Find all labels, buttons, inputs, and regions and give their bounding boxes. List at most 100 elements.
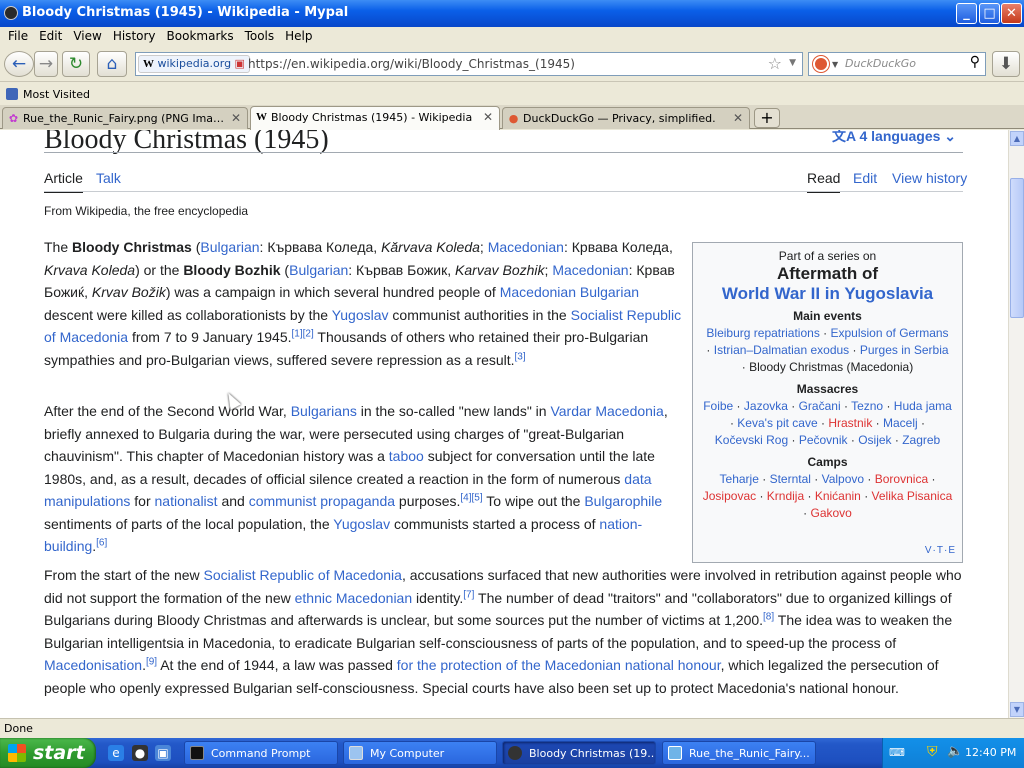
tab-read[interactable]: Read — [807, 170, 841, 193]
link-gakovo[interactable]: Gakovo — [810, 506, 851, 520]
menu-help[interactable]: Help — [277, 27, 312, 43]
link-pecovnik[interactable]: Pečovnik — [799, 433, 848, 447]
tab-fairy-image[interactable]: ✿ Rue_the_Runic_Fairy.png (PNG Image, 1.… — [2, 107, 248, 129]
link-osijek[interactable]: Osijek — [858, 433, 891, 447]
languages-label: 4 languages — [859, 130, 941, 144]
link-macelj[interactable]: Macelj — [883, 416, 918, 430]
task-my-computer[interactable]: My Computer — [343, 741, 497, 765]
link-valpovo[interactable]: Valpovo — [822, 472, 864, 486]
link-teharje[interactable]: Teharje — [720, 472, 759, 486]
bookmark-most-visited[interactable]: Most Visited — [23, 88, 90, 101]
tab-view-history[interactable]: View history — [892, 170, 967, 186]
task-bloody-christmas[interactable]: Bloody Christmas (19... — [502, 741, 656, 765]
infobox-part-of: Part of a series on — [778, 249, 877, 263]
scroll-up-icon[interactable]: ▲ — [1010, 131, 1024, 146]
search-icon[interactable]: ⚲ — [970, 54, 980, 70]
tab-wikipedia[interactable]: W Bloody Christmas (1945) - Wikipedia ✕ — [250, 106, 500, 130]
scroll-down-icon[interactable]: ▼ — [1010, 702, 1024, 717]
menu-file[interactable]: File — [0, 27, 28, 43]
download-icon[interactable]: ⬇ — [992, 51, 1020, 77]
infobox-title-link[interactable]: World War II in Yugoslavia — [693, 284, 962, 304]
menu-history[interactable]: History — [105, 27, 156, 43]
home-icon[interactable]: ⌂ — [97, 51, 127, 77]
search-engine-dropdown-icon[interactable]: ▼ — [832, 60, 838, 69]
url-dropdown-icon[interactable]: ▼ — [789, 58, 796, 68]
maximize-button[interactable]: □ — [979, 3, 1000, 24]
link-hrastnik[interactable]: Hrastnik — [828, 416, 872, 430]
title-bar[interactable]: Bloody Christmas (1945) - Wikipedia - My… — [0, 0, 1024, 27]
close-tab-icon[interactable]: ✕ — [733, 111, 743, 125]
link-gracani[interactable]: Gračani — [799, 399, 841, 413]
search-bar[interactable]: ▼ DuckDuckGo ⚲ — [808, 52, 986, 76]
title-divider — [44, 152, 963, 153]
start-button[interactable]: start — [0, 738, 96, 768]
task-label: Rue_the_Runic_Fairy... — [689, 747, 810, 760]
languages-button[interactable]: 文A 4 languages ⌄ — [832, 130, 956, 146]
keyboard-icon[interactable]: ⌨ — [889, 746, 905, 759]
link-kevas-pit[interactable]: Keva's pit cave — [737, 416, 817, 430]
tab-edit[interactable]: Edit — [853, 170, 877, 186]
site-identity[interactable]: W wikipedia.org ▣ — [138, 55, 250, 73]
link-expulsion[interactable]: Expulsion of Germans — [831, 326, 949, 340]
new-tab-button[interactable]: + — [754, 108, 780, 128]
bookmark-star-icon[interactable]: ☆ — [768, 54, 782, 73]
volume-icon[interactable]: 🔈 — [947, 744, 963, 759]
mypal-quicklaunch-icon[interactable]: ● — [132, 745, 148, 761]
task-rue-fairy[interactable]: Rue_the_Runic_Fairy... — [662, 741, 816, 765]
close-button[interactable]: ✕ — [1001, 3, 1022, 24]
camps-header: Camps — [807, 455, 848, 469]
close-tab-icon[interactable]: ✕ — [483, 110, 493, 124]
status-bar: Done — [0, 718, 1024, 738]
link-bleiburg[interactable]: Bleiburg repatriations — [706, 326, 819, 340]
back-icon[interactable]: ← — [4, 51, 34, 77]
link-zagreb[interactable]: Zagreb — [902, 433, 940, 447]
lock-icon: ▣ — [234, 57, 245, 70]
link-josipovac[interactable]: Josipovac — [703, 489, 756, 503]
paragraph-3: From the start of the new Socialist Repu… — [44, 567, 962, 696]
link-sterntal[interactable]: Sterntal — [770, 472, 811, 486]
minimize-button[interactable]: _ — [956, 3, 977, 24]
link-knicanin[interactable]: Knićanin — [815, 489, 861, 503]
search-placeholder: DuckDuckGo — [845, 57, 916, 70]
menu-tools[interactable]: Tools — [237, 27, 275, 43]
link-jazovka[interactable]: Jazovka — [744, 399, 788, 413]
link-krndija[interactable]: Krndija — [767, 489, 804, 503]
show-desktop-icon[interactable]: ▣ — [155, 745, 171, 761]
command-prompt-icon — [190, 746, 204, 760]
task-command-prompt[interactable]: Command Prompt — [184, 741, 338, 765]
security-shield-icon[interactable]: ⛨ — [927, 744, 938, 760]
forward-icon[interactable]: → — [34, 51, 58, 77]
windows-logo-icon — [8, 744, 26, 762]
image-viewer-icon — [668, 746, 682, 760]
menu-bookmarks[interactable]: Bookmarks — [159, 27, 234, 43]
link-velika-pisanica[interactable]: Velika Pisanica — [872, 489, 953, 503]
vte-links[interactable]: V·T·E — [925, 545, 956, 556]
url-text: https://en.wikipedia.org/wiki/Bloody_Chr… — [248, 57, 575, 71]
menu-view[interactable]: View — [65, 27, 101, 43]
link-kocevski-rog[interactable]: Kočevski Rog — [715, 433, 788, 447]
link-istrian-exodus[interactable]: Istrian–Dalmatian exodus — [714, 343, 849, 357]
link-huda-jama[interactable]: Huda jama — [894, 399, 952, 413]
menu-edit[interactable]: Edit — [31, 27, 62, 43]
chevron-down-icon: ⌄ — [944, 130, 957, 144]
link-borovnica[interactable]: Borovnica — [875, 472, 928, 486]
paragraph-2: After the end of the Second World War, B… — [44, 403, 668, 554]
infobox-title: Aftermath of — [776, 264, 879, 283]
task-label: Command Prompt — [211, 747, 311, 760]
close-tab-icon[interactable]: ✕ — [231, 111, 241, 125]
link-foibe[interactable]: Foibe — [703, 399, 733, 413]
link-tezno[interactable]: Tezno — [851, 399, 883, 413]
tab-duckduckgo[interactable]: ● DuckDuckGo — Privacy, simplified. ✕ — [502, 107, 750, 129]
site-label: wikipedia.org — [157, 57, 232, 70]
tab-talk[interactable]: Talk — [96, 170, 121, 186]
reload-icon[interactable]: ↻ — [62, 51, 90, 77]
browser-window: Bloody Christmas (1945) - Wikipedia - My… — [0, 0, 1024, 738]
tab-article[interactable]: Article — [44, 170, 83, 193]
url-bar[interactable]: W wikipedia.org ▣ https://en.wikipedia.o… — [135, 52, 803, 76]
link-purges-serbia[interactable]: Purges in Serbia — [860, 343, 949, 357]
vertical-scrollbar[interactable]: ▲ ▼ — [1008, 130, 1024, 718]
internet-explorer-icon[interactable]: e — [108, 745, 124, 761]
massacres-header: Massacres — [796, 382, 859, 396]
duckduckgo-icon[interactable] — [813, 56, 829, 72]
scroll-thumb[interactable] — [1010, 178, 1024, 318]
